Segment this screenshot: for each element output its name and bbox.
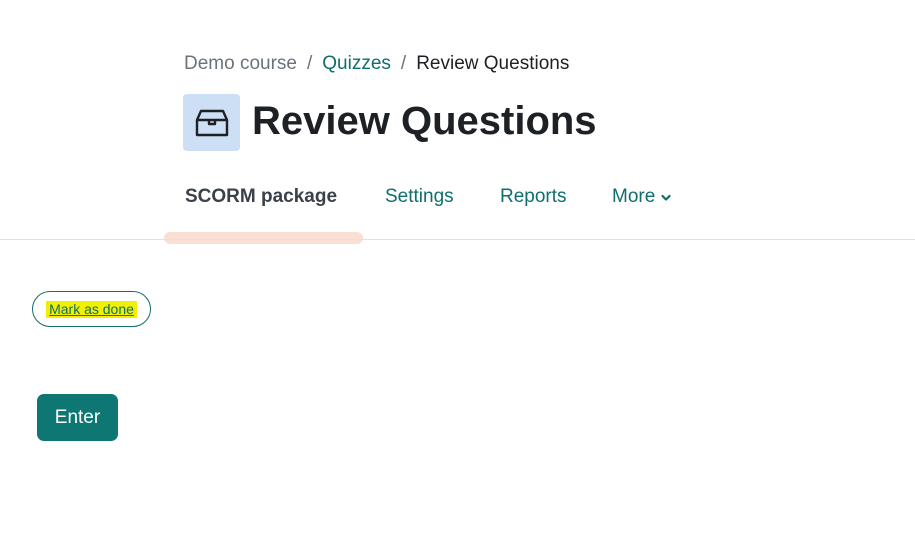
- tab-reports[interactable]: Reports: [500, 184, 567, 210]
- tab-settings[interactable]: Settings: [385, 184, 454, 210]
- chevron-down-icon: [661, 194, 671, 201]
- active-tab-indicator: [164, 232, 363, 244]
- secondary-navigation: SCORM package Settings Reports More: [0, 0, 915, 250]
- tab-more[interactable]: More: [612, 184, 671, 210]
- tab-more-label: More: [612, 186, 656, 207]
- mark-as-done-button[interactable]: Mark as done: [32, 291, 151, 327]
- divider: [0, 239, 915, 240]
- page: Demo course / Quizzes / Review Questions Rev…: [0, 0, 915, 556]
- mark-as-done-label: Mark as done: [46, 300, 137, 318]
- tab-scorm-package[interactable]: SCORM package: [185, 184, 337, 210]
- enter-button[interactable]: Enter: [37, 394, 118, 441]
